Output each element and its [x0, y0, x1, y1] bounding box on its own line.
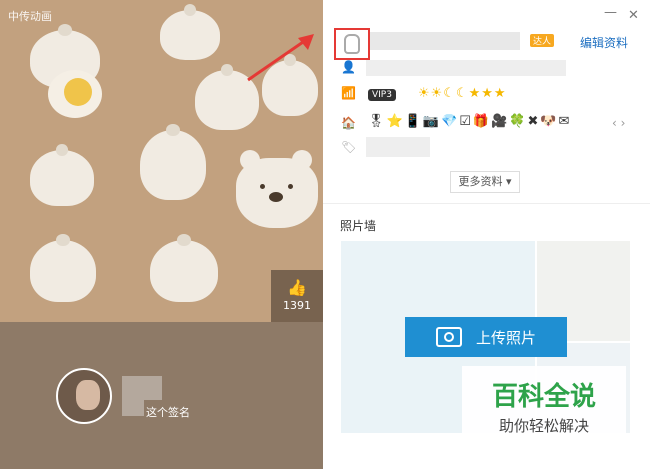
divider — [323, 203, 650, 204]
services-nav-arrows[interactable]: ‹ › — [612, 116, 625, 130]
tag-icon: 🏷 — [341, 140, 357, 154]
info-blurred — [366, 60, 566, 76]
bear-ear — [240, 150, 260, 170]
bun-pattern — [30, 144, 94, 206]
photo-wall-title: 照片墙 — [340, 219, 377, 233]
expert-badge[interactable]: 达人 — [530, 34, 555, 47]
nickname-blurred — [370, 32, 520, 50]
service-icons[interactable]: 🎖⭐📱📷💎☑🎁🎥🍀✖🐶✉ — [368, 114, 571, 129]
avatar[interactable] — [56, 368, 112, 424]
bun-pattern — [160, 4, 220, 60]
highlight-arrow-icon — [247, 34, 314, 82]
bear-pattern — [236, 150, 318, 228]
watermark-title: 百科全说 — [491, 382, 596, 412]
bear-nose — [269, 192, 283, 202]
like-count: 1391 — [283, 299, 311, 312]
penguin-icon — [344, 34, 360, 54]
nickname-blurred — [122, 376, 162, 400]
brand-label: 中传动画 — [8, 10, 52, 23]
bear-ear — [292, 150, 312, 170]
bun-pattern — [150, 234, 218, 302]
avatar-figure — [76, 380, 100, 410]
qq-account-icon-highlight[interactable] — [334, 28, 370, 60]
bun-pattern — [140, 124, 206, 200]
vip-badge[interactable]: VIP3 — [368, 89, 396, 101]
egg-yolk — [64, 78, 92, 106]
upload-label: 上传照片 — [475, 328, 536, 347]
bear-eye — [260, 184, 265, 189]
edit-profile-link[interactable]: 编辑资料 — [580, 34, 628, 51]
watermark-subtitle: 助你轻松解决 — [498, 417, 589, 435]
blurred-region — [122, 400, 144, 416]
upload-photo-button[interactable]: 上传照片 — [405, 317, 567, 357]
services-icon: 🏠 — [341, 116, 356, 130]
info-blurred — [366, 137, 430, 157]
minimize-button[interactable]: — — [604, 5, 617, 20]
camera-icon — [435, 327, 462, 347]
bear-eye — [288, 184, 293, 189]
level-icon: 📶 — [341, 86, 356, 100]
close-button[interactable]: ✕ — [628, 8, 639, 23]
bun-pattern — [30, 234, 96, 302]
like-button[interactable]: 👍 1391 — [271, 270, 323, 322]
signature-text[interactable]: 这个签名 — [146, 404, 190, 420]
thumbs-up-icon: 👍 — [287, 278, 307, 297]
more-info-button[interactable]: 更多资料 ▾ — [450, 171, 520, 193]
watermark: 百科全说 助你轻松解决 — [462, 366, 626, 442]
level-icons[interactable]: ☀☀☾☾★★★ — [418, 86, 507, 101]
user-icon: 👤 — [341, 60, 356, 74]
